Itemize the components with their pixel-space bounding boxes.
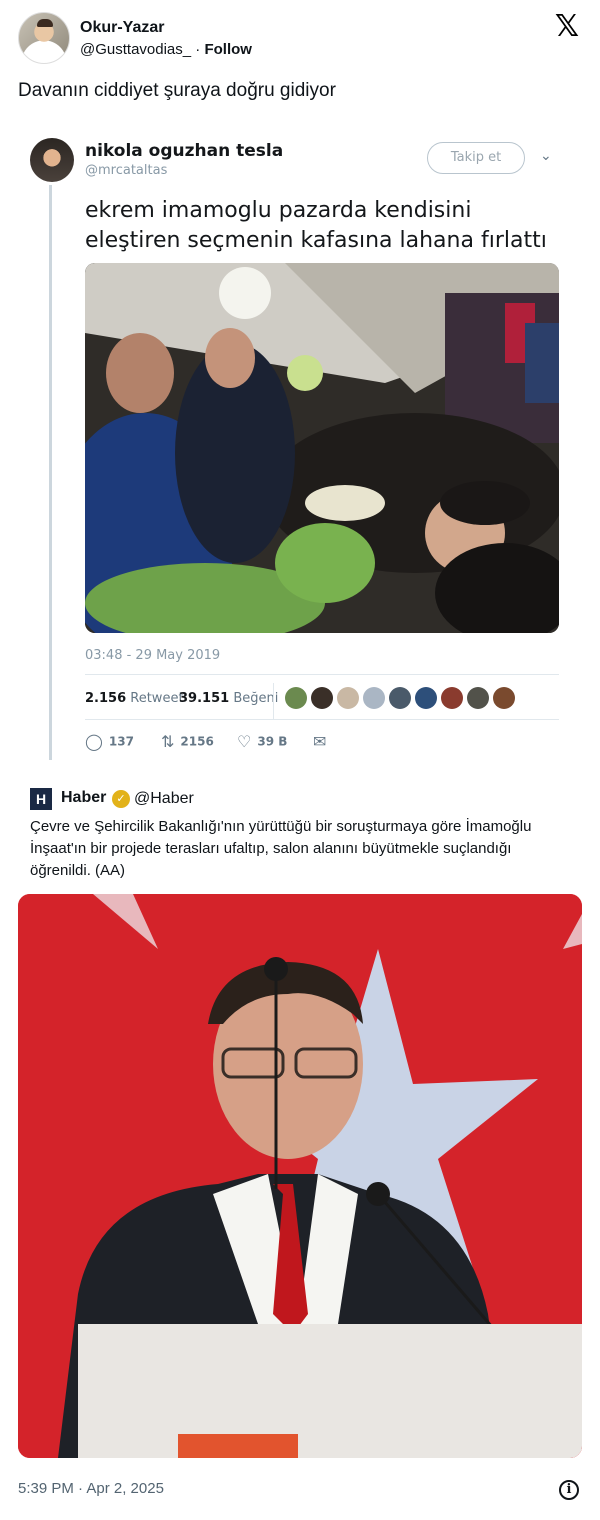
liker-avatar xyxy=(363,687,385,709)
retweet-label: Retweet xyxy=(130,691,184,706)
quoted-name: nikola oguzhan tesla xyxy=(85,141,284,161)
author-avatar[interactable] xyxy=(18,12,70,64)
retweet-icon: ⇅ xyxy=(161,732,175,751)
like-label: Beğeni xyxy=(233,691,279,706)
verified-badge-icon: ✓ xyxy=(112,790,130,808)
author-handle[interactable]: @Gusttavodias_ xyxy=(80,41,191,58)
heart-icon: ♡ xyxy=(237,732,252,751)
liker-avatar xyxy=(389,687,411,709)
quoted-follow-button: Takip et xyxy=(427,142,525,174)
tweet-timestamp[interactable]: 5:39 PM · Apr 2, 2025 xyxy=(18,1480,164,1497)
politician-portrait-photo[interactable] xyxy=(18,894,582,1458)
liker-avatars xyxy=(285,687,519,711)
divider xyxy=(85,719,559,720)
market-scene-illustration xyxy=(85,263,559,633)
market-photo xyxy=(85,263,559,633)
reply-icon: ◯ xyxy=(85,732,103,751)
portrait-illustration xyxy=(18,894,582,1458)
news-handle[interactable]: @Haber xyxy=(134,790,194,808)
news-text: Çevre ve Şehircilik Bakanlığı'nın yürütt… xyxy=(30,818,532,879)
quoted-avatar xyxy=(30,138,74,182)
retweet-action-count: 2156 xyxy=(180,734,214,749)
envelope-icon: ✉ xyxy=(313,732,327,751)
thread-line xyxy=(49,185,52,760)
liker-avatar xyxy=(493,687,515,709)
retweet-stat: 2.156 Retweet xyxy=(85,691,184,706)
quoted-actions: ◯ 137 ⇅ 2156 ♡ 39 B ✉ xyxy=(85,730,559,754)
quoted-tweet-screenshot[interactable]: nikola oguzhan tesla @mrcataltas Takip e… xyxy=(30,130,570,770)
tweet-text: Davanın ciddiyet şuraya doğru gidiyor xyxy=(18,80,336,101)
news-name[interactable]: Haber xyxy=(61,789,106,807)
author-name[interactable]: Okur-Yazar xyxy=(80,19,164,37)
reply-count: 137 xyxy=(108,734,134,749)
like-action: ♡ 39 B xyxy=(237,732,287,751)
liker-avatar xyxy=(337,687,359,709)
follow-button[interactable]: Follow xyxy=(204,41,252,58)
reply-action: ◯ 137 xyxy=(85,732,134,751)
like-action-count: 39 B xyxy=(257,734,288,749)
divider xyxy=(85,674,559,675)
like-stat: 39.151 Beğeni xyxy=(179,691,278,706)
like-count: 39.151 xyxy=(179,691,230,706)
liker-avatar xyxy=(441,687,463,709)
news-logo[interactable]: H xyxy=(30,788,52,810)
quoted-stats: 2.156 Retweet 39.151 Beğeni xyxy=(85,683,559,719)
handle-row: @Gusttavodias_ · Follow xyxy=(80,41,252,58)
tweet-header: Okur-Yazar @Gusttavodias_ · Follow 𝕏 xyxy=(18,12,582,66)
quoted-timestamp: 03:48 - 29 May 2019 xyxy=(85,648,221,663)
liker-avatar xyxy=(311,687,333,709)
message-action: ✉ xyxy=(313,732,332,751)
info-icon[interactable]: i xyxy=(559,1480,579,1500)
separator-dot: · xyxy=(195,41,201,58)
x-logo-icon[interactable]: 𝕏 xyxy=(554,12,580,42)
quoted-handle: @mrcataltas xyxy=(85,163,168,178)
liker-avatar xyxy=(415,687,437,709)
chevron-down-icon: ⌄ xyxy=(540,148,552,164)
liker-avatar xyxy=(285,687,307,709)
quoted-text: ekrem imamoglu pazarda kendisini eleştir… xyxy=(85,198,547,253)
retweet-count: 2.156 xyxy=(85,691,127,706)
retweet-action: ⇅ 2156 xyxy=(161,732,214,751)
stat-divider xyxy=(273,683,274,719)
liker-avatar xyxy=(467,687,489,709)
